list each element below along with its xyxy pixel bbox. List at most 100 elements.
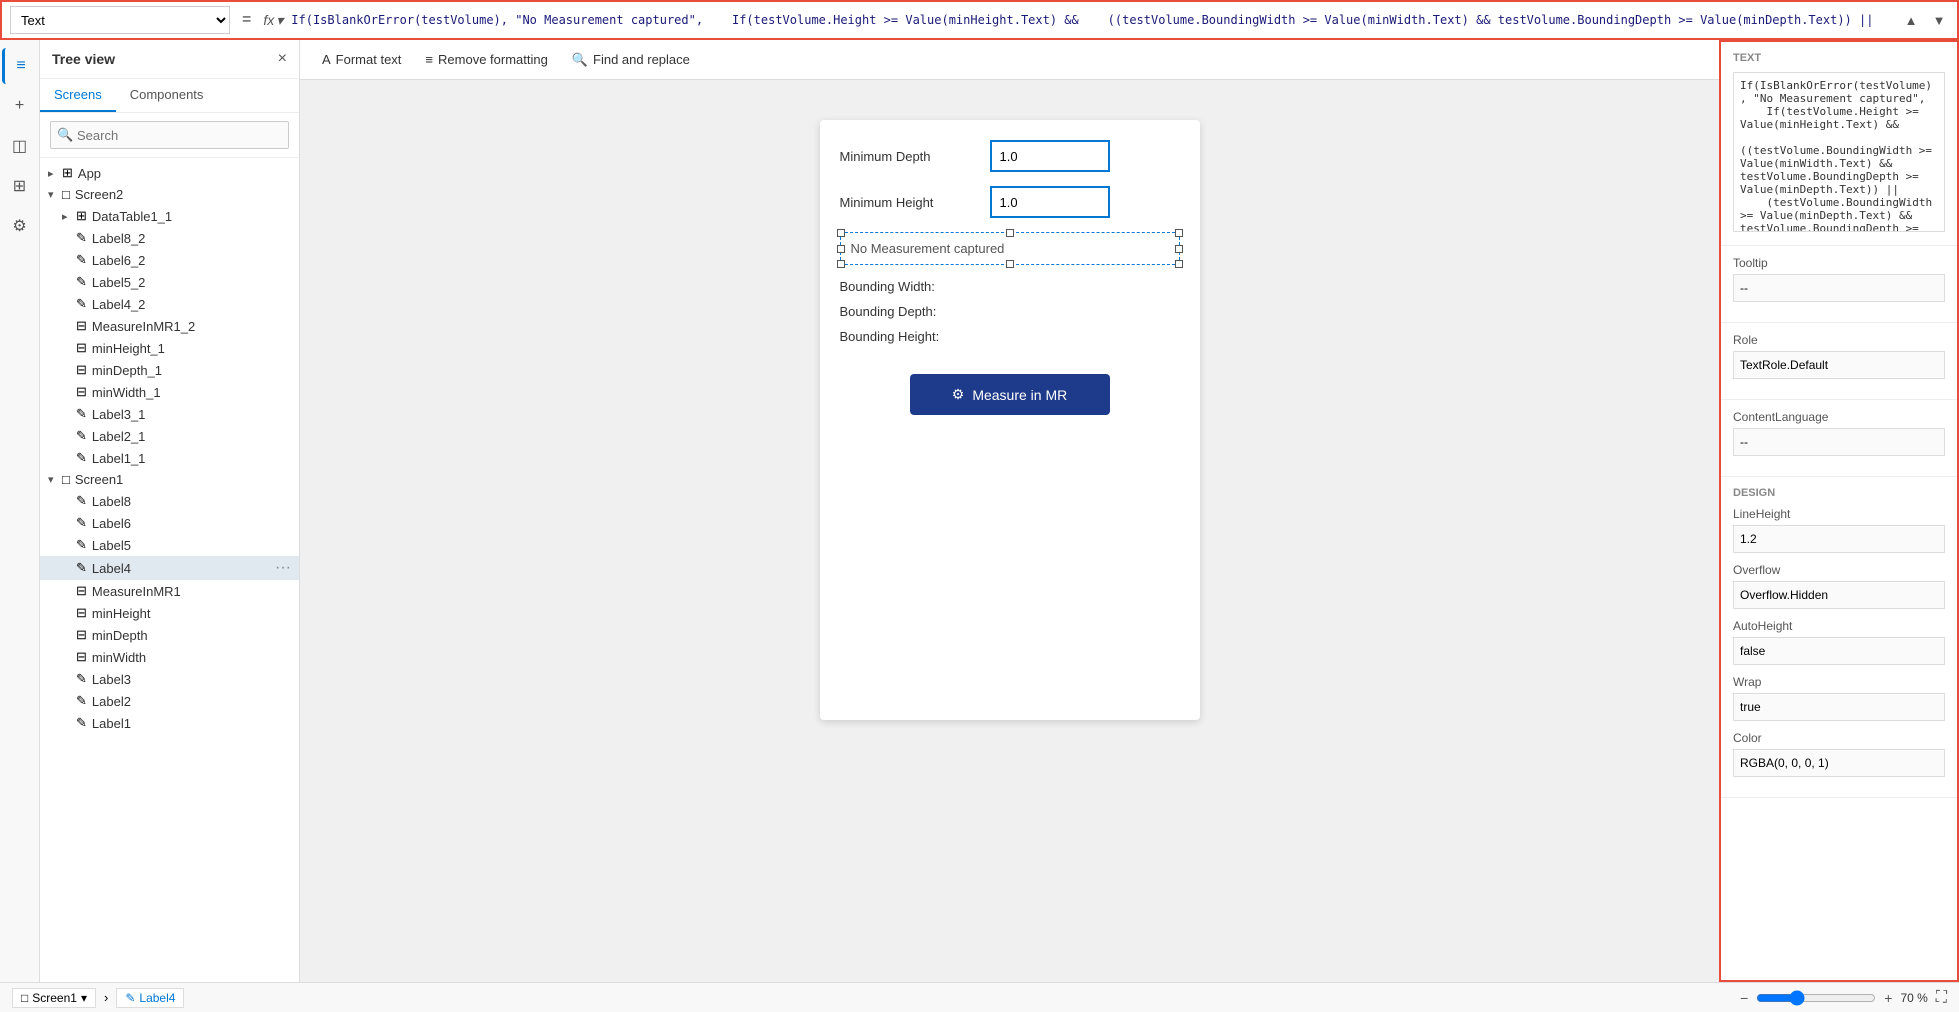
selected-label-box[interactable]: No Measurement captured <box>840 232 1180 265</box>
input-min-height[interactable] <box>990 186 1110 218</box>
tree-item-minwidth[interactable]: ⊟minWidth <box>40 646 299 668</box>
item-label: Label3 <box>92 672 291 687</box>
handle-br[interactable] <box>1175 260 1183 268</box>
find-replace-button[interactable]: 🔍 Find and replace <box>562 48 700 72</box>
tree-item-label8[interactable]: ✎Label8 <box>40 490 299 512</box>
formula-scroll-down[interactable]: ▼ <box>1929 10 1949 30</box>
tree-item-measureinmr1[interactable]: ⊟MeasureInMR1 <box>40 580 299 602</box>
item-label: Screen2 <box>75 187 291 202</box>
find-icon: 🔍 <box>572 52 588 68</box>
tree-item-minwidth_1[interactable]: ⊟minWidth_1 <box>40 381 299 403</box>
handle-bl[interactable] <box>837 260 845 268</box>
tree-item-label5[interactable]: ✎Label5 <box>40 534 299 556</box>
chevron-icon[interactable]: ▸ <box>62 210 76 223</box>
tree-item-label4_2[interactable]: ✎Label4_2 <box>40 293 299 315</box>
props-overflow-label: Overflow <box>1733 563 1945 577</box>
search-input[interactable] <box>50 121 289 149</box>
item-type-icon: ✎ <box>76 428 87 444</box>
tree-item-minheight[interactable]: ⊟minHeight <box>40 602 299 624</box>
measure-button[interactable]: ⚙ Measure in MR <box>910 374 1110 415</box>
tree-item-screen1[interactable]: ▾□Screen1 <box>40 469 299 490</box>
item-label: Label1_1 <box>92 451 291 466</box>
item-type-icon: ✎ <box>76 406 87 422</box>
tree-item-mindepth_1[interactable]: ⊟minDepth_1 <box>40 359 299 381</box>
handle-mr[interactable] <box>1175 245 1183 253</box>
handle-tr[interactable] <box>1175 229 1183 237</box>
props-role-input[interactable] <box>1733 351 1945 379</box>
element-badge[interactable]: ✎ Label4 <box>116 988 184 1008</box>
handle-ml[interactable] <box>837 245 845 253</box>
tree-item-label8_2[interactable]: ✎Label8_2 <box>40 227 299 249</box>
item-type-icon: □ <box>62 187 70 202</box>
props-wrap-input[interactable] <box>1733 693 1945 721</box>
format-text-button[interactable]: A Format text <box>312 48 411 71</box>
canvas-area: A Format text ≡ Remove formatting 🔍 Find… <box>300 40 1719 982</box>
settings-strip-icon[interactable]: ⚙ <box>2 208 38 244</box>
tree-item-measureinmr1_2[interactable]: ⊟MeasureInMR1_2 <box>40 315 299 337</box>
tree-item-screen2[interactable]: ▾□ Screen2 <box>40 184 299 205</box>
tree-item-datatable1_1[interactable]: ▸⊞DataTable1_1 <box>40 205 299 227</box>
tree-item-app[interactable]: ▸⊞App <box>40 162 299 184</box>
canvas-toolbar: A Format text ≡ Remove formatting 🔍 Find… <box>300 40 1719 80</box>
item-type-icon: ✎ <box>76 715 87 731</box>
tab-screens[interactable]: Screens <box>40 79 116 112</box>
item-label: Label2 <box>92 694 291 709</box>
props-overflow-input[interactable] <box>1733 581 1945 609</box>
screen-label: Screen1 <box>32 991 77 1005</box>
tree-item-label5_2[interactable]: ✎Label5_2 <box>40 271 299 293</box>
zoom-plus-button[interactable]: + <box>1884 990 1892 1006</box>
tree-item-label4[interactable]: ✎Label4··· <box>40 556 299 580</box>
tab-components[interactable]: Components <box>116 79 218 112</box>
props-lineheight-input[interactable] <box>1733 525 1945 553</box>
data-icon[interactable]: ◫ <box>2 128 38 164</box>
tree-item-label6_2[interactable]: ✎Label6_2 <box>40 249 299 271</box>
sidebar-close-button[interactable]: × <box>278 50 287 68</box>
tree-item-label1[interactable]: ✎Label1 <box>40 712 299 734</box>
sidebar-title: Tree view <box>52 51 115 67</box>
fullscreen-button[interactable]: ⛶ <box>1936 989 1947 1007</box>
views-icon[interactable]: ⊞ <box>2 168 38 204</box>
tree-item-label6[interactable]: ✎Label6 <box>40 512 299 534</box>
tree-item-mindepth[interactable]: ⊟minDepth <box>40 624 299 646</box>
chevron-icon[interactable]: ▸ <box>48 167 62 180</box>
treeview-icon[interactable]: ≡ <box>2 48 38 84</box>
handle-bc[interactable] <box>1006 260 1014 268</box>
item-more-button[interactable]: ··· <box>275 559 291 577</box>
formula-property-select[interactable]: TextText <box>10 6 230 34</box>
tree-item-label3_1[interactable]: ✎Label3_1 <box>40 403 299 425</box>
props-wrap-field: Wrap <box>1733 675 1945 721</box>
tree-item-minheight_1[interactable]: ⊟minHeight_1 <box>40 337 299 359</box>
selected-label-text: No Measurement captured <box>851 241 1005 256</box>
item-label: minHeight <box>92 606 291 621</box>
zoom-minus-button[interactable]: − <box>1740 990 1748 1006</box>
formula-input[interactable] <box>291 6 1893 34</box>
screen-badge[interactable]: □ Screen1 ▾ <box>12 988 96 1008</box>
zoom-slider[interactable] <box>1756 990 1876 1006</box>
formula-scroll-up[interactable]: ▲ <box>1901 10 1921 30</box>
props-contentlang-section: ContentLanguage <box>1721 400 1957 477</box>
format-text-icon: A <box>322 52 331 67</box>
tree-item-label2[interactable]: ✎Label2 <box>40 690 299 712</box>
input-min-depth[interactable] <box>990 140 1110 172</box>
tree-item-label3[interactable]: ✎Label3 <box>40 668 299 690</box>
props-autoheight-field: AutoHeight <box>1733 619 1945 665</box>
add-icon[interactable]: + <box>2 88 38 124</box>
handle-tl[interactable] <box>837 229 845 237</box>
remove-format-icon: ≡ <box>425 52 433 67</box>
props-color-input[interactable] <box>1733 749 1945 777</box>
handle-tc[interactable] <box>1006 229 1014 237</box>
item-label: Label6_2 <box>92 253 291 268</box>
chevron-icon[interactable]: ▾ <box>48 188 62 201</box>
remove-formatting-button[interactable]: ≡ Remove formatting <box>415 48 557 71</box>
item-type-icon: ⊟ <box>76 362 87 378</box>
tree-item-label2_1[interactable]: ✎Label2_1 <box>40 425 299 447</box>
props-autoheight-input[interactable] <box>1733 637 1945 665</box>
item-label: Screen1 <box>75 472 291 487</box>
tree-item-label1_1[interactable]: ✎Label1_1 <box>40 447 299 469</box>
props-contentlang-input[interactable] <box>1733 428 1945 456</box>
props-text-textarea[interactable] <box>1733 72 1945 232</box>
chevron-icon[interactable]: ▾ <box>48 473 62 486</box>
canvas-viewport[interactable]: Minimum Depth Minimum Height <box>300 80 1719 982</box>
item-type-icon: ⊟ <box>76 627 87 643</box>
props-tooltip-input[interactable] <box>1733 274 1945 302</box>
